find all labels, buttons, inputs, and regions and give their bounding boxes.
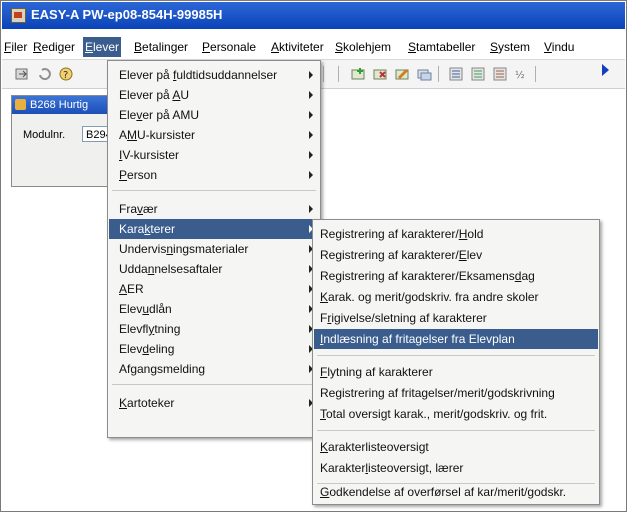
exit-icon[interactable] [14, 66, 30, 82]
svg-text:½: ½ [515, 69, 525, 81]
svg-text:?: ? [63, 70, 68, 81]
menu-separator [112, 190, 316, 191]
menu-item-elevudlaan[interactable]: Elevudlån [109, 299, 319, 319]
menu-system[interactable]: System [488, 37, 532, 57]
karakterer-submenu: Registrering af karakterer/Hold Registre… [312, 219, 600, 505]
toolbar-separator [338, 66, 339, 82]
modulnr-label: Modulnr. [23, 129, 66, 141]
app-icon [11, 8, 26, 23]
elever-dropdown-menu: Elever på fuldtidsuddannelser Elever på … [107, 60, 321, 438]
submenu-item-godkendelse[interactable]: Godkendelse af overførsel af kar/merit/g… [314, 482, 598, 502]
toolbar-separator [323, 66, 324, 82]
menu-betalinger[interactable]: Betalinger [132, 37, 190, 57]
count-icon[interactable]: ½ [514, 66, 530, 82]
submenu-arrow-icon [309, 131, 313, 139]
submenu-arrow-icon [309, 151, 313, 159]
menu-item-undervisningsmaterialer[interactable]: Undervisningsmaterialer [109, 239, 319, 259]
menu-separator [112, 384, 316, 385]
menu-rediger[interactable]: Rediger [31, 37, 77, 57]
help-icon[interactable]: ? [58, 66, 74, 82]
next-record-icon[interactable] [602, 64, 609, 76]
menu-item-iv-kursister[interactable]: IV-kursister [109, 145, 319, 165]
edit-record-icon[interactable] [394, 66, 410, 82]
submenu-arrow-icon [309, 171, 313, 179]
new-record-icon[interactable] [350, 66, 366, 82]
menu-item-afgangsmelding[interactable]: Afgangsmelding [109, 359, 319, 379]
undo-icon[interactable] [36, 66, 52, 82]
menu-item-fravaer[interactable]: Fravær [109, 199, 319, 219]
menu-elever[interactable]: Elever [83, 37, 122, 57]
submenu-item-frigivelse[interactable]: Frigivelse/sletning af karakterer [314, 308, 598, 328]
submenu-item-total-oversigt[interactable]: Total oversigt karak., merit/godskriv. o… [314, 404, 598, 424]
menu-item-elevflytning[interactable]: Elevflytning [109, 319, 319, 339]
menu-skolehjem[interactable]: Skolehjem [333, 37, 393, 57]
menu-bar: Filer Rediger Elever Betalinger Personal… [2, 37, 625, 60]
application-window: EASY-A PW-ep08-854H-99985H Filer Rediger… [0, 0, 627, 512]
submenu-item-reg-hold[interactable]: Registrering af karakterer/Hold [314, 224, 598, 244]
submenu-arrow-icon [309, 91, 313, 99]
menu-item-amu-kursister[interactable]: AMU-kursister [109, 125, 319, 145]
submenu-item-reg-fritagelser[interactable]: Registrering af fritagelser/merit/godskr… [314, 383, 598, 403]
menu-item-elever-au[interactable]: Elever på AU [109, 85, 319, 105]
menu-item-kartoteker[interactable]: Kartoteker [109, 393, 319, 413]
submenu-item-flytning[interactable]: Flytning af karakterer [314, 362, 598, 382]
menu-item-elevdeling[interactable]: Elevdeling [109, 339, 319, 359]
submenu-item-andre-skoler[interactable]: Karak. og merit/godskriv. fra andre skol… [314, 287, 598, 307]
submenu-arrow-icon [309, 111, 313, 119]
menu-item-aer[interactable]: AER [109, 279, 319, 299]
menu-personale[interactable]: Personale [200, 37, 258, 57]
menu-vindu[interactable]: Vindu [542, 37, 576, 57]
sort-icon[interactable] [448, 66, 464, 82]
menu-separator [317, 430, 595, 431]
duplicate-record-icon[interactable] [416, 66, 432, 82]
menu-filer[interactable]: Filer [2, 37, 29, 57]
submenu-item-reg-eksamensdag[interactable]: Registrering af karakterer/Eksamensdag [314, 266, 598, 286]
subwindow-title: B268 Hurtig [30, 99, 89, 111]
toolbar-separator [535, 66, 536, 82]
form-icon [15, 99, 26, 110]
submenu-item-indlaesning[interactable]: Indlæsning af fritagelser fra Elevplan [314, 329, 598, 349]
submenu-item-reg-elev[interactable]: Registrering af karakterer/Elev [314, 245, 598, 265]
submenu-arrow-icon [309, 205, 313, 213]
menu-aktiviteter[interactable]: Aktiviteter [269, 37, 326, 57]
submenu-item-karakterlisteoversigt[interactable]: Karakterlisteoversigt [314, 437, 598, 457]
toolbar-separator [438, 66, 439, 82]
delete-record-icon[interactable] [372, 66, 388, 82]
submenu-item-karakterlisteoversigt-laerer[interactable]: Karakterlisteoversigt, lærer [314, 458, 598, 478]
menu-stamtabeller[interactable]: Stamtabeller [406, 37, 477, 57]
query-icon[interactable] [492, 66, 508, 82]
menu-item-elever-amu[interactable]: Elever på AMU [109, 105, 319, 125]
submenu-arrow-icon [309, 71, 313, 79]
menu-item-person[interactable]: Person [109, 165, 319, 185]
window-title: EASY-A PW-ep08-854H-99985H [31, 7, 223, 22]
menu-item-elever-fuldtid[interactable]: Elever på fuldtidsuddannelser [109, 65, 319, 85]
title-bar: EASY-A PW-ep08-854H-99985H [2, 2, 625, 29]
menu-separator [317, 355, 595, 356]
menu-item-karakterer[interactable]: Karakterer [109, 219, 319, 239]
menu-item-uddannelsesaftaler[interactable]: Uddannelsesaftaler [109, 259, 319, 279]
filter-icon[interactable] [470, 66, 486, 82]
